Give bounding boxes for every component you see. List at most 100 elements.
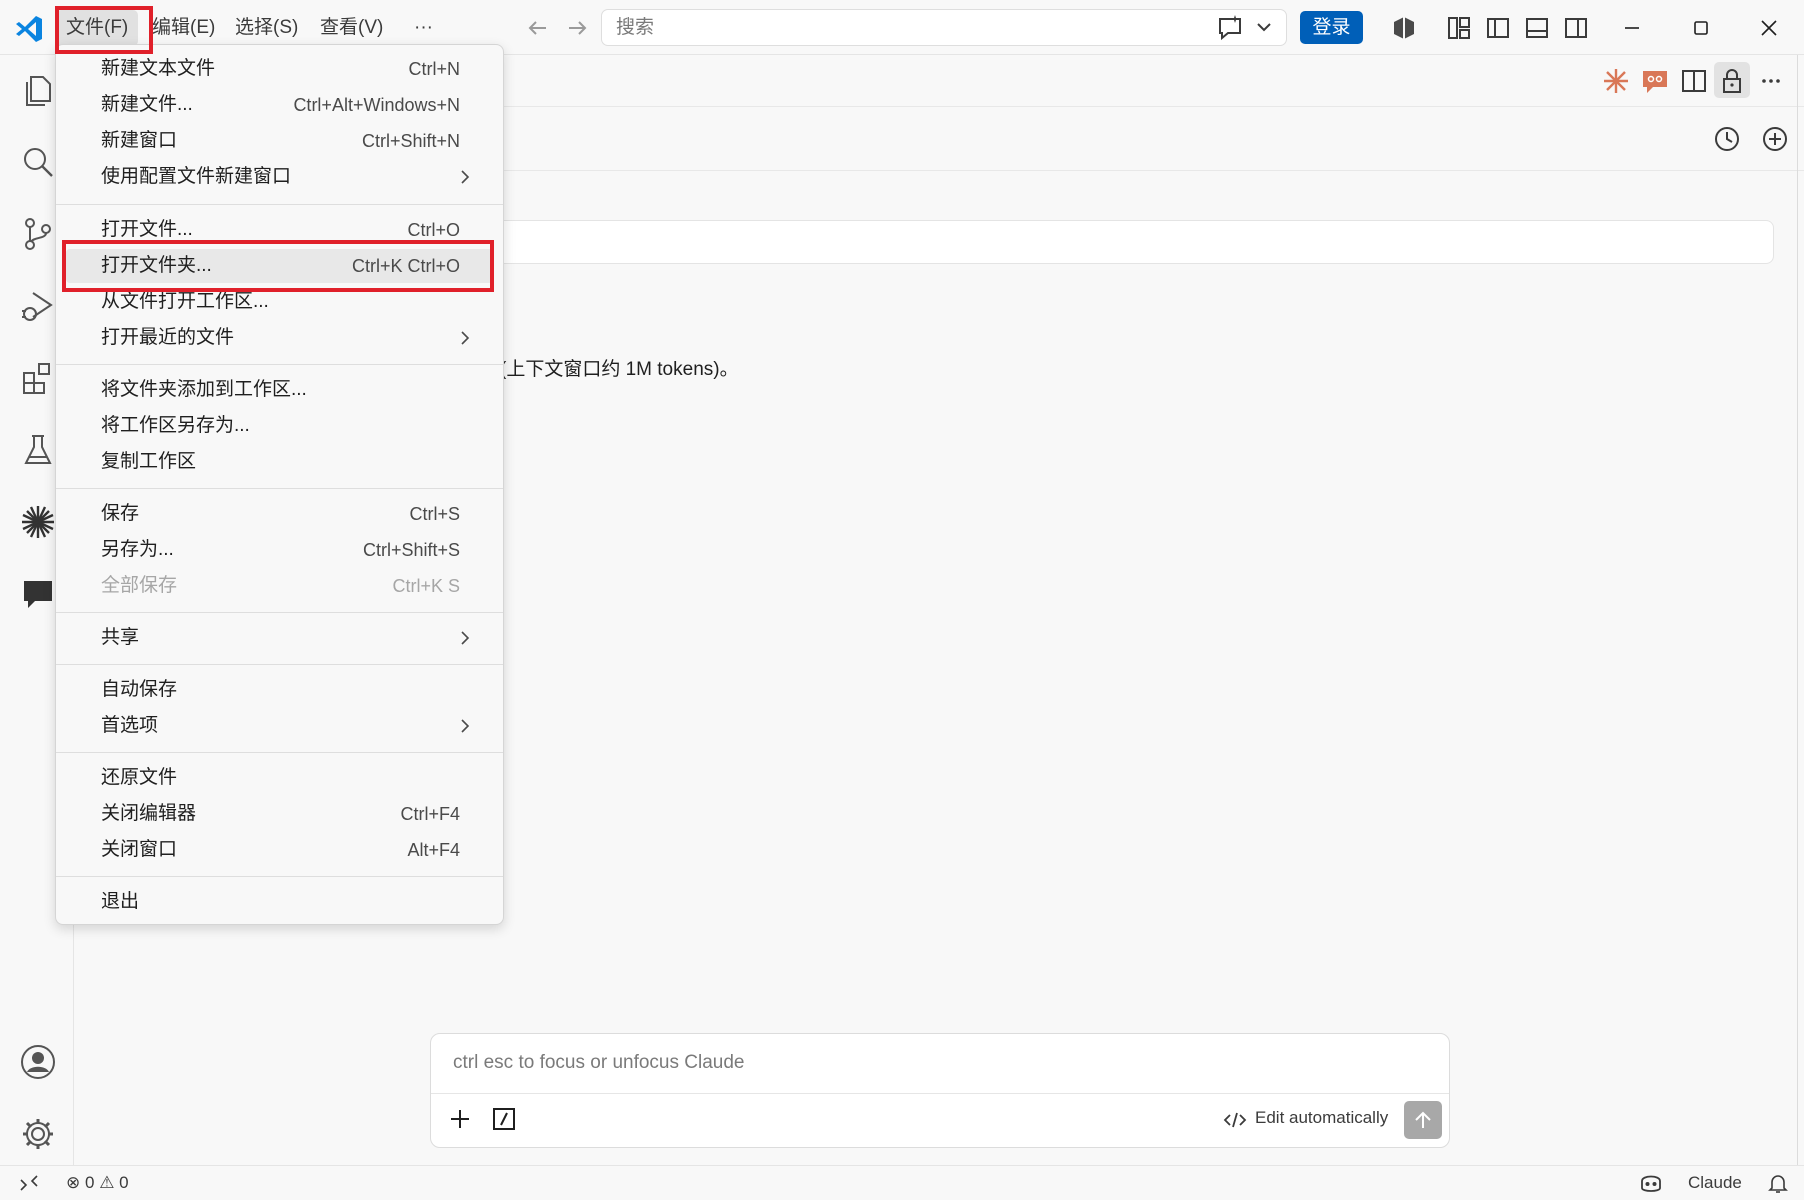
menu-item-new-window[interactable]: 新建窗口 Ctrl+Shift+N xyxy=(66,124,494,158)
menu-item-save-workspace-as[interactable]: 将工作区另存为... xyxy=(66,409,494,443)
login-button[interactable]: 登录 xyxy=(1300,11,1363,44)
add-attachment-icon[interactable] xyxy=(445,1104,475,1134)
panel-divider xyxy=(500,106,1804,107)
menu-selection[interactable]: 选择(S) xyxy=(225,10,308,46)
testing-flask-icon[interactable] xyxy=(19,431,57,469)
claude-orange-burst-icon[interactable] xyxy=(1601,66,1631,96)
more-actions-icon[interactable] xyxy=(1756,66,1786,96)
code-brackets-icon[interactable] xyxy=(1223,1110,1247,1130)
minimize-icon[interactable] xyxy=(1616,12,1648,44)
close-window-icon[interactable] xyxy=(1753,12,1785,44)
extensions-icon[interactable] xyxy=(19,359,57,397)
menu-item-label: 将工作区另存为... xyxy=(101,415,250,436)
menu-item-label: 退出 xyxy=(101,891,140,912)
history-clock-icon[interactable] xyxy=(1712,124,1742,154)
claude-burst-icon[interactable] xyxy=(19,503,57,541)
menu-item-label: 共享 xyxy=(101,627,140,648)
search-placeholder: 搜索 xyxy=(616,17,655,38)
menu-item-shortcut: Ctrl+K S xyxy=(392,576,460,596)
menu-item-label: 关闭编辑器 xyxy=(101,803,197,824)
menu-item-label: 新建文件... xyxy=(101,94,193,115)
menu-item-label: 另存为... xyxy=(101,539,174,560)
warning-count: 0 xyxy=(119,1173,129,1192)
menu-item-close-editor[interactable]: 关闭编辑器 Ctrl+F4 xyxy=(66,797,494,831)
menu-item-exit[interactable]: 退出 xyxy=(66,885,494,919)
menu-item-add-folder-to-workspace[interactable]: 将文件夹添加到工作区... xyxy=(66,373,494,407)
source-control-icon[interactable] xyxy=(19,215,57,253)
split-editor-icon[interactable] xyxy=(1679,66,1709,96)
menu-separator xyxy=(56,364,503,365)
maximize-icon[interactable] xyxy=(1685,12,1717,44)
account-icon[interactable] xyxy=(19,1043,57,1081)
menu-item-shortcut: Ctrl+Alt+Windows+N xyxy=(293,95,460,115)
error-icon: ⊗ xyxy=(66,1173,81,1192)
customize-layout-icon[interactable] xyxy=(1445,14,1473,42)
error-count: 0 xyxy=(84,1173,95,1192)
chevron-right-icon xyxy=(461,719,470,733)
menu-edit[interactable]: 编辑(E) xyxy=(142,10,225,46)
menu-view[interactable]: 查看(V) xyxy=(310,10,393,46)
new-chat-plus-icon[interactable] xyxy=(1760,124,1790,154)
menu-item-save-as[interactable]: 另存为... Ctrl+Shift+S xyxy=(66,533,494,567)
run-debug-icon[interactable] xyxy=(19,287,57,325)
menu-item-label: 使用配置文件新建窗口 xyxy=(101,166,292,187)
chat-input-placeholder[interactable]: ctrl esc to focus or unfocus Claude xyxy=(453,1052,744,1074)
menu-item-duplicate-workspace[interactable]: 复制工作区 xyxy=(66,445,494,479)
chat-sparkle-icon[interactable] xyxy=(1208,10,1278,44)
menu-item-label: 还原文件 xyxy=(101,767,178,788)
problems-indicator[interactable]: ⊗ 0 ⚠ 0 xyxy=(66,1172,129,1194)
menu-item-label: 新建文本文件 xyxy=(101,58,216,79)
menu-separator xyxy=(56,876,503,877)
chevron-right-icon xyxy=(461,170,470,184)
settings-gear-icon[interactable] xyxy=(19,1115,57,1153)
menu-item-auto-save[interactable]: 自动保存 xyxy=(66,673,494,707)
search-icon[interactable] xyxy=(19,143,57,181)
menu-item-share[interactable]: 共享 xyxy=(66,621,494,655)
chevron-right-icon xyxy=(461,631,470,645)
status-bar: ⊗ 0 ⚠ 0 Claude xyxy=(0,1165,1804,1200)
chat-bubble-icon[interactable] xyxy=(19,575,57,613)
menu-item-new-file[interactable]: 新建文件... Ctrl+Alt+Windows+N xyxy=(66,88,494,122)
panel-divider-2 xyxy=(500,170,1804,171)
notifications-bell-icon[interactable] xyxy=(1766,1171,1790,1195)
claude-code-chat-icon[interactable] xyxy=(1640,66,1670,96)
command-center-search[interactable]: 搜索 xyxy=(601,9,1287,46)
menu-item-label: 首选项 xyxy=(101,715,159,736)
arrow-left-icon[interactable] xyxy=(524,14,552,42)
send-button[interactable] xyxy=(1404,1101,1442,1139)
menu-item-label: 自动保存 xyxy=(101,679,178,700)
claude-status-label[interactable]: Claude xyxy=(1688,1172,1742,1194)
menu-more[interactable]: ··· xyxy=(404,10,443,46)
menu-item-new-window-with-profile[interactable]: 使用配置文件新建窗口 xyxy=(66,160,494,194)
menu-item-save[interactable]: 保存 Ctrl+S xyxy=(66,497,494,531)
explorer-files-icon[interactable] xyxy=(19,71,57,109)
warning-icon: ⚠ xyxy=(99,1173,115,1192)
menu-item-preferences[interactable]: 首选项 xyxy=(66,709,494,743)
scrollbar[interactable] xyxy=(1797,55,1801,1165)
menu-item-revert-file[interactable]: 还原文件 xyxy=(66,761,494,795)
toggle-panel-icon[interactable] xyxy=(1523,14,1551,42)
menu-item-label: 全部保存 xyxy=(101,575,178,596)
lock-icon[interactable] xyxy=(1717,66,1747,96)
slash-command-icon[interactable] xyxy=(489,1104,519,1134)
menu-item-label: 新建窗口 xyxy=(101,130,178,151)
menu-item-new-text-file[interactable]: 新建文本文件 Ctrl+N xyxy=(66,52,494,86)
menu-item-label: 复制工作区 xyxy=(101,451,197,472)
menu-item-open-recent[interactable]: 打开最近的文件 xyxy=(66,321,494,355)
extension-cube-icon[interactable] xyxy=(1390,14,1418,42)
remote-indicator-icon[interactable] xyxy=(18,1172,40,1194)
chat-input-box[interactable]: ctrl esc to focus or unfocus Claude Edit… xyxy=(430,1033,1450,1148)
copilot-icon[interactable] xyxy=(1638,1171,1664,1195)
menu-separator xyxy=(56,204,503,205)
toggle-secondary-sidebar-icon[interactable] xyxy=(1562,14,1590,42)
chat-divider xyxy=(431,1093,1449,1094)
menu-item-close-window[interactable]: 关闭窗口 Alt+F4 xyxy=(66,833,494,867)
menu-item-shortcut: Ctrl+Shift+N xyxy=(361,131,460,151)
menu-separator xyxy=(56,488,503,489)
menu-item-shortcut: Ctrl+F4 xyxy=(400,804,460,824)
edit-mode-label[interactable]: Edit automatically xyxy=(1255,1108,1388,1128)
context-window-text: (上下文窗口约 1M tokens)。 xyxy=(500,359,739,380)
arrow-right-icon[interactable] xyxy=(563,14,591,42)
toggle-primary-sidebar-icon[interactable] xyxy=(1484,14,1512,42)
file-menu-dropdown: 新建文本文件 Ctrl+N 新建文件... Ctrl+Alt+Windows+N… xyxy=(55,44,504,925)
